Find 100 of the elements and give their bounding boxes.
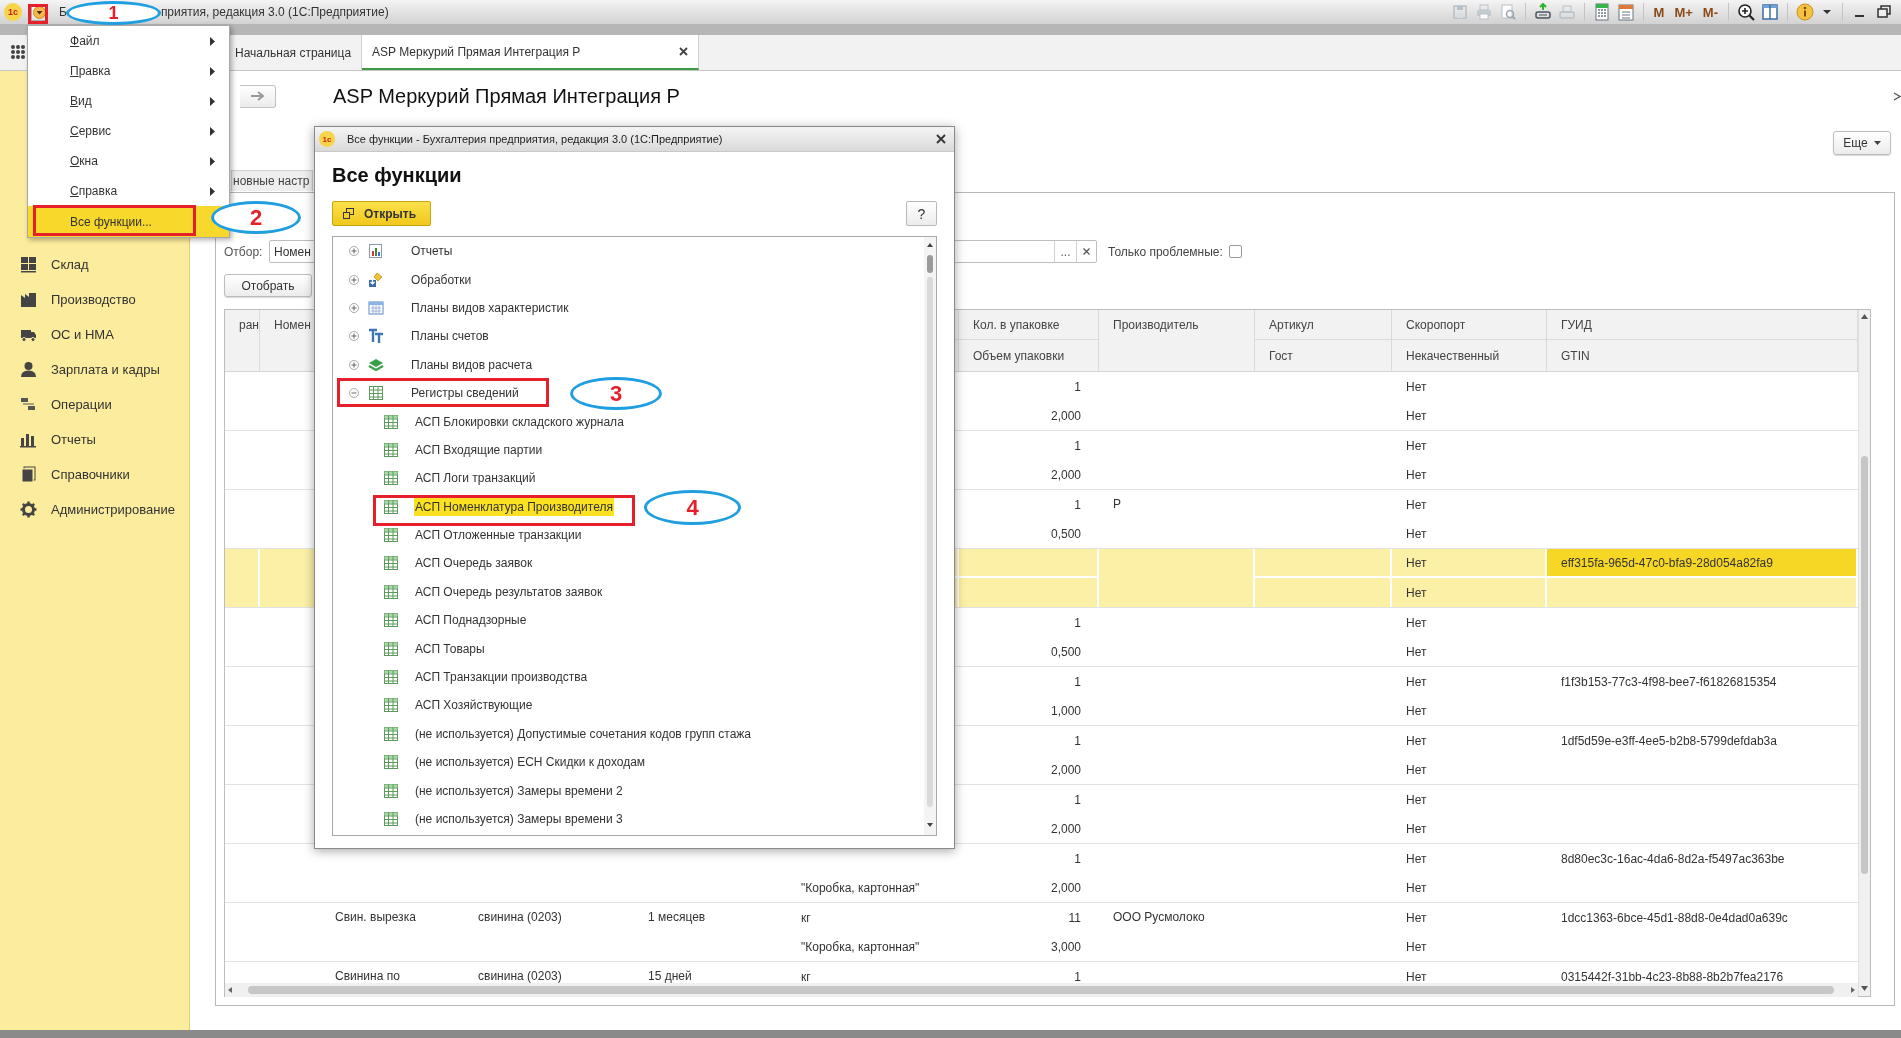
table-cell-text: 2,000 [1049,879,1082,897]
window-title: Б [59,5,67,19]
column-header[interactable]: Кол. в упаковке [959,310,1099,340]
grid-icon[interactable] [20,256,37,273]
calculator-icon[interactable] [1592,3,1611,21]
bar-chart-icon[interactable] [20,431,37,448]
tree-item[interactable]: Обработки [410,270,473,289]
person-icon[interactable] [20,361,37,378]
column-header[interactable]: ран [225,310,260,371]
sidebar-item[interactable]: Производство [51,292,136,307]
grid-table-icon [368,385,384,402]
expand-icon[interactable] [349,331,359,342]
table-cell-text: Нет [1405,879,1428,897]
tab[interactable]: новные настр [231,170,313,191]
form-title: ASP Меркурий Прямая Интеграция Р [333,84,680,108]
sidebar-item[interactable]: Зарплата и кадры [51,362,160,377]
info-icon[interactable] [1796,3,1814,21]
arrow-right-icon [249,91,266,101]
table-cell-text: 1dcc1363-6bce-45d1-88d8-0e4dad0a639c [1560,909,1789,927]
sidebar-item[interactable]: Операции [51,397,112,412]
open-window-icon [343,208,354,219]
table-cell-text: 3,000 [1049,938,1082,956]
tree-item[interactable]: АСП Хозяйствующие [414,696,534,715]
tree-item[interactable]: АСП Очередь результатов заявок [414,582,604,601]
checkbox-label: Только проблемные: [1108,244,1223,259]
sidebar-item[interactable]: Отчеты [51,432,96,447]
tree-item[interactable]: Планы видов характеристик [410,298,570,317]
books-icon[interactable] [20,466,37,483]
tree-item[interactable]: Планы видов расчета [410,355,534,374]
caret-icon [1873,141,1881,145]
zoom-in-icon[interactable] [1737,3,1755,21]
table-cell-text: 1 месяцев [647,909,707,926]
ledger-icon[interactable] [20,396,37,413]
table-cell-text: 1 [1073,968,1082,983]
table-cell-text: f1f3b153-77c3-4f98-bee7-f61826815354 [1560,673,1778,691]
apps-grid-icon[interactable] [10,44,26,60]
column-header[interactable]: Объем упаковки [959,340,1099,371]
column-header[interactable]: Производитель [1099,310,1255,371]
table-cell-text: "Коробка, картонная" [800,938,921,956]
menu-item[interactable]: Окна [28,146,229,176]
checkbox[interactable] [1228,245,1242,258]
expand-icon[interactable] [349,302,359,313]
column-header[interactable]: Артикул [1255,310,1392,340]
tree-item[interactable]: АСП Логи транзакций [414,469,537,488]
expand-icon[interactable] [349,274,359,285]
tree-item[interactable]: АСП Блокировки складского журнала [414,412,625,431]
menu-item[interactable]: Правка [28,56,229,86]
factory-icon[interactable] [20,291,37,308]
column-header[interactable]: Скоропорт [1392,310,1547,340]
menu-item[interactable]: Файл [28,26,229,56]
link-icon[interactable] [1533,3,1552,21]
tree-item[interactable]: Отчеты [410,242,454,261]
gear-icon[interactable] [20,501,37,518]
sidebar-item[interactable]: Склад [51,257,89,272]
table-icon [383,697,399,714]
tree-item[interactable]: АСП Товары [414,639,486,658]
tree-item[interactable]: АСП Входящие партии [414,440,544,459]
help-button[interactable]: ? [906,201,937,226]
table-cell-text: Нет [1405,909,1428,927]
report-icon [368,243,384,260]
table-icon [383,498,399,515]
table-icon [383,725,399,742]
open-button[interactable]: Открыть [332,201,431,226]
clear-icon[interactable] [1083,248,1090,255]
calendar-icon[interactable] [1616,3,1635,21]
sidebar-item[interactable]: ОС и НМА [51,327,114,342]
column-header[interactable]: Некачественный [1392,340,1547,371]
forward-button[interactable] [240,84,276,108]
tree-item[interactable]: (не используется) ЕСН Скидки к доходам [414,753,647,772]
tree-item[interactable]: Планы счетов [410,327,490,346]
tree-item[interactable]: Регистры сведений [410,384,520,403]
menu-item[interactable]: Сервис [28,116,229,146]
tree-item[interactable]: АСП Очередь заявок [414,554,534,573]
column-header[interactable]: Гост [1255,340,1392,371]
vertical-scrollbar[interactable] [924,237,936,835]
expand-icon[interactable] [349,246,359,257]
table-cell-text: 1 [1073,791,1082,809]
restore-icon[interactable] [1875,3,1893,21]
table-cell-text: 2,000 [1049,761,1082,779]
menu-item[interactable]: Вид [28,86,229,116]
more-button[interactable]: Еще [1833,131,1891,155]
tab[interactable]: ASP Меркурий Прямая Интеграция Р [362,35,700,70]
memory-button[interactable]: M+ [1672,4,1695,20]
tree-item[interactable]: АСП Транзакции производства [414,668,589,687]
memory-button[interactable]: M [1651,4,1667,20]
expand-icon[interactable] [349,359,359,370]
tree-item[interactable]: (не используется) Замеры времени 3 [414,810,624,828]
tree-item[interactable]: АСП Поднадзорные [414,611,528,630]
tree-item[interactable]: (не используется) Допустимые сочетания кодов групп стажа [414,724,752,743]
sidebar-item[interactable]: Администрирование [51,502,175,517]
table-cell-text: Нет [1405,702,1428,720]
panels-icon[interactable] [1761,3,1779,21]
memory-button[interactable]: M- [1700,4,1720,20]
sidebar-item[interactable]: Справочники [51,467,130,482]
table-cell-text: Р [1112,496,1122,513]
select-button[interactable]: Отобрать [224,274,312,297]
choose-button[interactable]: ... [1054,241,1076,262]
table-cell-text: Нет [1405,614,1428,632]
tree-item[interactable]: АСП Отложенные транзакции [414,526,583,545]
column-header[interactable]: ГУИД [1547,310,1858,340]
